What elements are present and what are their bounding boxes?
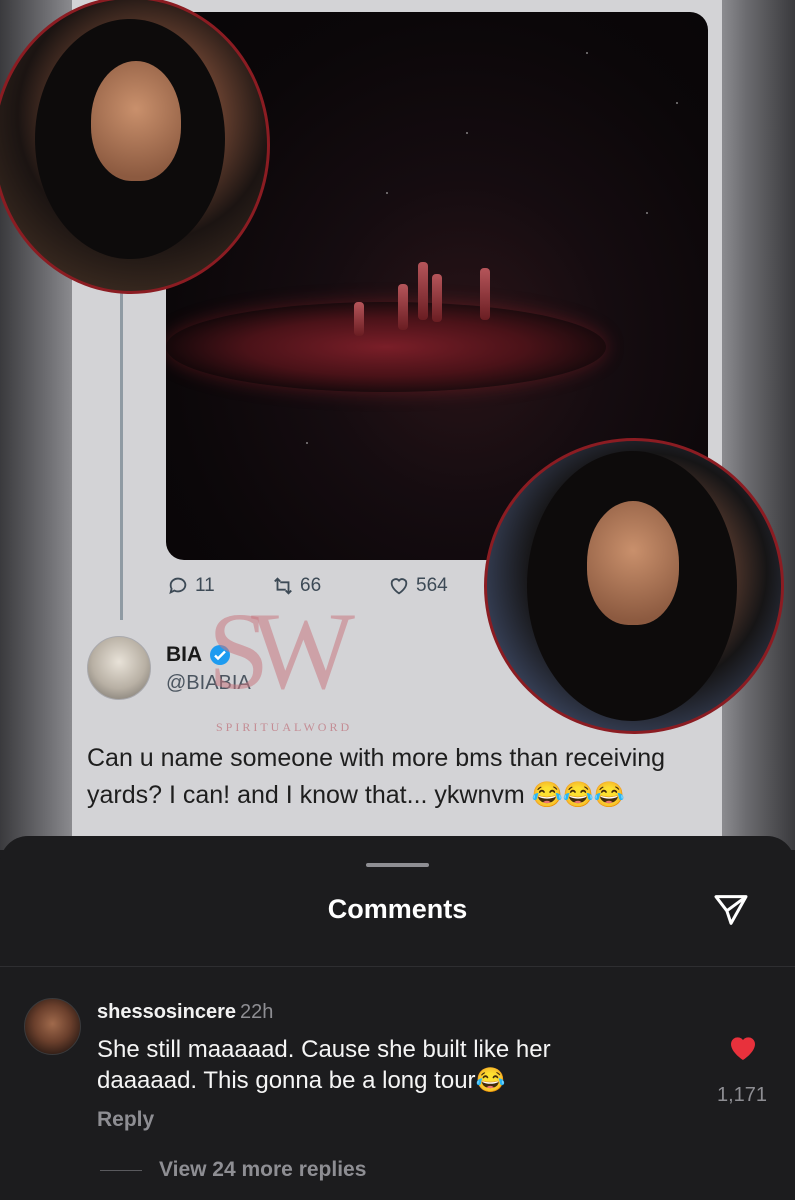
author-name-text: BIA — [166, 643, 203, 666]
author-avatar — [87, 636, 151, 700]
performer — [480, 268, 490, 320]
sparkle — [586, 52, 588, 54]
sparkle — [386, 192, 388, 194]
comments-sheet: Comments shessosincere 22h She still maaa… — [0, 836, 795, 1200]
comment-like-button[interactable] — [726, 1032, 760, 1064]
sheet-divider — [0, 966, 795, 967]
face — [91, 61, 181, 181]
comment-avatar[interactable] — [24, 998, 81, 1055]
watermark-label: SPIRITUALWORD — [216, 720, 353, 734]
sheet-grabber[interactable] — [366, 863, 429, 867]
tweet-text: Can u name someone with more bms than re… — [87, 744, 666, 809]
sparkle — [466, 132, 468, 134]
watermark-logo: SW — [208, 590, 355, 712]
inset-photo-left — [0, 0, 270, 294]
view-replies-button[interactable]: View 24 more replies — [159, 1158, 366, 1182]
sparkle — [306, 442, 308, 444]
like-count: 564 — [416, 575, 448, 596]
send-paper-plane-icon — [714, 895, 748, 925]
comment-header: shessosincere 22h — [97, 1001, 273, 1024]
comment-text: She still maaaaad. Cause she built like … — [97, 1036, 551, 1094]
sheet-title: Comments — [327, 894, 468, 924]
reply-button[interactable]: Reply — [97, 1108, 154, 1132]
reply-bubble-icon — [169, 577, 187, 595]
comment-username[interactable]: shessosincere — [97, 1001, 236, 1023]
sparkle — [676, 102, 678, 104]
comment-like-count: 1,171 — [716, 1084, 768, 1106]
thread-line — [120, 290, 123, 620]
post-image: 11 66 564 BIA @BIABIA SW SPIRITUALWORD C… — [0, 0, 795, 850]
comment-time: 22h — [239, 1001, 274, 1023]
sparkle — [646, 212, 648, 214]
performer — [354, 302, 364, 336]
inset-photo-right — [484, 438, 784, 734]
performer — [398, 284, 408, 330]
heart-filled-icon — [731, 1037, 755, 1060]
heart-outline-icon — [390, 578, 408, 595]
face — [587, 501, 679, 625]
performer — [418, 262, 428, 320]
share-button[interactable] — [708, 888, 754, 932]
replies-divider — [100, 1170, 142, 1171]
performer — [432, 274, 442, 322]
concert-stage — [166, 302, 606, 392]
tweet-like-count: 564 — [388, 575, 448, 597]
